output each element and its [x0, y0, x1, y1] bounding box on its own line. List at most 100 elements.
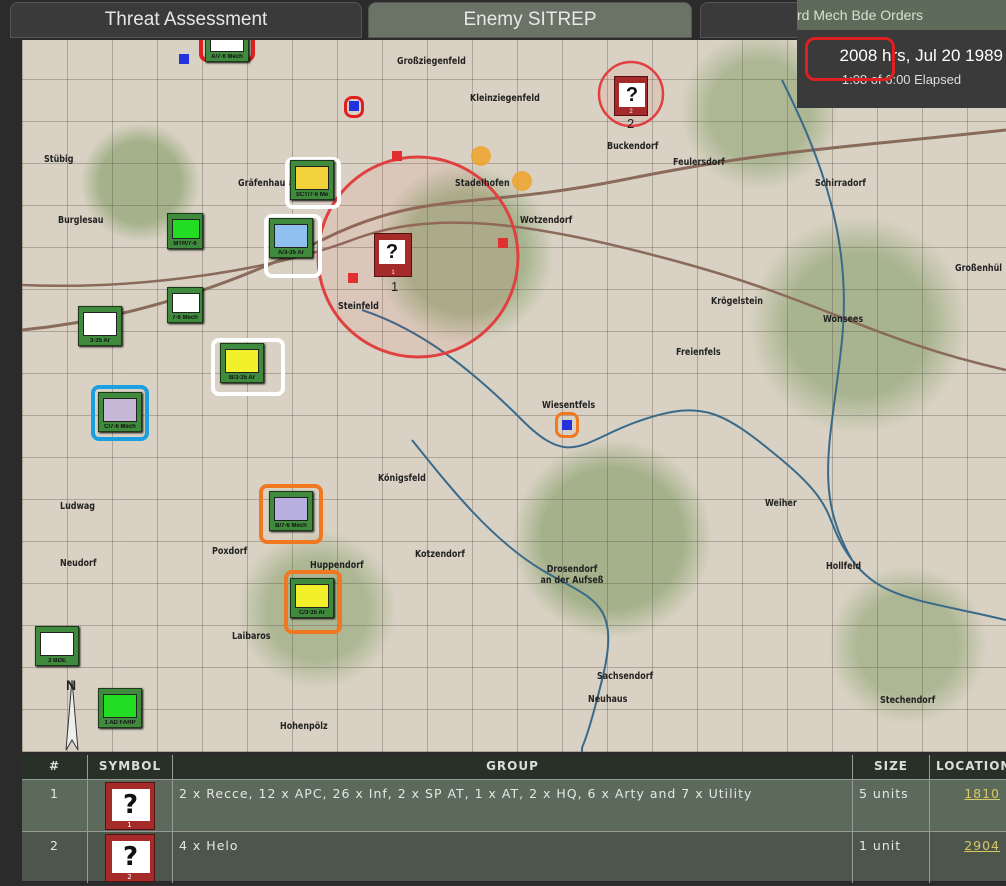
river — [411, 439, 610, 752]
place-name: Großziegenfeld — [397, 56, 466, 67]
unit-label: 7-6 Mech — [172, 315, 198, 321]
unit-symbol-icon — [210, 40, 244, 52]
place-name: Stübig — [44, 154, 74, 165]
enemy-group-label: 1 — [391, 279, 399, 294]
col-header-group[interactable]: GROUP — [173, 755, 853, 779]
place-name: Neudorf — [60, 558, 97, 569]
place-name: Wonsees — [823, 314, 864, 325]
unit-symbol-icon — [295, 584, 329, 608]
col-header-size[interactable]: SIZE — [853, 755, 930, 779]
unit-counter-7-6-mech[interactable]: 7-6 Mech — [167, 287, 203, 323]
unit-label: A/3-35 Ar — [277, 250, 305, 256]
row-group: 2 x Recce, 12 x APC, 26 x Inf, 2 x SP AT… — [173, 780, 853, 831]
enemy-unit-number: 2 — [629, 109, 633, 115]
unit-symbol-icon — [172, 293, 200, 313]
place-name: Burglesau — [58, 215, 104, 226]
unit-label: A/7-6 Mech — [211, 54, 243, 60]
tab-orders[interactable] — [700, 2, 810, 38]
unit-symbol-icon — [172, 219, 200, 239]
place-name: Gräfenhaus — [238, 178, 291, 189]
enemy-contact-marker — [498, 238, 508, 248]
place-name: Wiesentfels — [542, 400, 596, 411]
time-highlight — [805, 37, 895, 81]
unknown-enemy-icon: ? 1 — [105, 782, 155, 830]
place-name: Neuhaus — [588, 694, 628, 705]
unit-counter-b-3-35-ar[interactable]: B/3-35 Ar — [220, 343, 264, 383]
enemy-unknown-unit-1[interactable]: ? 1 — [374, 233, 412, 277]
table-row[interactable]: 1 ? 1 2 x Recce, 12 x APC, 26 x Inf, 2 x … — [22, 779, 1006, 831]
place-name: Weiher — [765, 498, 797, 509]
row-group: 4 x Helo — [173, 832, 853, 883]
orders-header[interactable]: rd Mech Bde Orders — [797, 0, 1006, 30]
place-name: Schirradorf — [815, 178, 866, 189]
unit-label: C/7-6 Mech — [104, 424, 136, 430]
place-name: Buckendorf — [607, 141, 659, 152]
place-name: Stechendorf — [880, 695, 936, 706]
unit-label: B/7-6 Mech — [275, 523, 307, 529]
unit-counter-a-7-6-mech[interactable]: A/7-6 Mech — [205, 40, 249, 62]
unit-symbol-icon — [83, 312, 117, 336]
place-name: Laibaros — [232, 631, 271, 642]
unknown-question-icon: ? — [619, 83, 645, 107]
place-name: Großenhül — [955, 263, 1003, 274]
place-name: Poxdorf — [212, 546, 248, 557]
unit-symbol-icon — [274, 497, 308, 521]
place-name: Ludwag — [60, 501, 96, 512]
row-number: 2 — [22, 832, 88, 883]
place-name: Königsfeld — [378, 473, 426, 484]
unit-symbol-icon — [274, 224, 308, 248]
enemy-unknown-unit-2[interactable]: ? 2 — [614, 76, 648, 116]
tab-enemy-sitrep[interactable]: Enemy SITREP — [368, 2, 692, 38]
unit-counter-b-7-6-mech[interactable]: B/7-6 Mech — [269, 491, 313, 531]
unknown-enemy-icon: ? 2 — [105, 834, 155, 882]
table-header: # SYMBOL GROUP SIZE LOCATION — [22, 755, 1006, 779]
unit-counter-a-3-35-ar[interactable]: A/3-35 Ar — [269, 218, 313, 258]
unit-counter-sct-7-6[interactable]: SCT/7-6 Me — [290, 160, 334, 200]
friendly-position-marker — [562, 420, 572, 430]
table-row[interactable]: 2 ? 2 4 x Helo 1 unit 2904 — [22, 831, 1006, 883]
unit-symbol-icon — [103, 694, 137, 718]
unit-counter-3-35-ar[interactable]: 3-35 Ar — [78, 306, 122, 346]
col-header-symbol[interactable]: SYMBOL — [88, 755, 173, 779]
unit-symbol-icon — [103, 398, 137, 422]
friendly-position-marker — [349, 101, 359, 111]
enemy-sitrep-table: # SYMBOL GROUP SIZE LOCATION 1 ? 1 2 x Re… — [22, 755, 1006, 883]
unit-counter-1-ad-farp[interactable]: 1 AD FARP — [98, 688, 142, 728]
col-header-location[interactable]: LOCATION — [930, 755, 1006, 779]
row-symbol: ? 1 — [88, 780, 173, 831]
unknown-question-icon: ? — [379, 240, 405, 264]
artillery-impact-marker — [512, 171, 532, 191]
symbol-number: 2 — [127, 873, 133, 881]
place-name: Hohenpölz — [280, 721, 328, 732]
unit-label: SCT/7-6 Me — [295, 192, 329, 198]
enemy-contact-marker — [392, 151, 402, 161]
location-link[interactable]: 2904 — [964, 838, 1000, 853]
row-symbol: ? 2 — [88, 832, 173, 883]
row-number: 1 — [22, 780, 88, 831]
place-name: Feulersdorf — [673, 157, 725, 168]
place-name: Hollfeld — [826, 561, 862, 572]
row-size: 1 unit — [853, 832, 930, 883]
place-name: Wotzendorf — [520, 215, 573, 226]
question-mark: ? — [112, 841, 150, 873]
col-header-number[interactable]: # — [22, 755, 88, 779]
place-name: Stadelhofen — [455, 178, 510, 189]
unit-symbol-icon — [40, 632, 74, 656]
place-name: Drosendorf an der Aufseß — [540, 564, 604, 586]
unit-label: 3-35 Ar — [89, 338, 111, 344]
north-label: N — [66, 677, 76, 693]
unit-counter-c-7-6-mech[interactable]: C/7-6 Mech — [98, 392, 142, 432]
enemy-group-label: 2 — [627, 116, 635, 131]
unit-label: C/3-35 Ar — [298, 610, 326, 616]
tab-threat-assessment[interactable]: Threat Assessment — [10, 2, 362, 38]
row-size: 5 units — [853, 780, 930, 831]
unit-counter-mtr-7-6[interactable]: MTR/7-6 — [167, 213, 203, 249]
place-name: Kleinziegenfeld — [470, 93, 540, 104]
place-name: Krögelstein — [711, 296, 763, 307]
location-link[interactable]: 1810 — [964, 786, 1000, 801]
question-mark: ? — [112, 789, 150, 821]
tactical-map[interactable]: N Großziegenfeld Kleinziegenfeld Buckend… — [22, 40, 1006, 752]
place-name: Kotzendorf — [415, 549, 465, 560]
unit-counter-c-3-35-ar[interactable]: C/3-35 Ar — [290, 578, 334, 618]
unit-counter-3-bde[interactable]: 3 BDE — [35, 626, 79, 666]
